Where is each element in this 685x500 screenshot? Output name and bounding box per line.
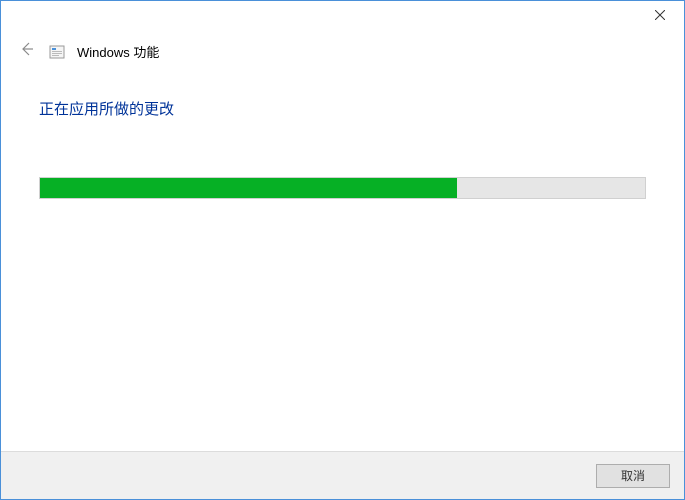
content-area: 正在应用所做的更改 bbox=[1, 78, 684, 451]
close-icon bbox=[655, 10, 665, 20]
dialog-window: Windows 功能 正在应用所做的更改 取消 bbox=[0, 0, 685, 500]
progress-bar bbox=[39, 177, 646, 199]
header: Windows 功能 bbox=[1, 31, 684, 78]
cancel-button[interactable]: 取消 bbox=[596, 464, 670, 488]
back-arrow-icon bbox=[15, 39, 39, 64]
windows-features-icon bbox=[49, 43, 67, 61]
progress-fill bbox=[40, 178, 457, 198]
titlebar bbox=[1, 1, 684, 31]
app-title: Windows 功能 bbox=[77, 42, 159, 61]
footer: 取消 bbox=[1, 451, 684, 499]
close-button[interactable] bbox=[640, 1, 680, 29]
status-heading: 正在应用所做的更改 bbox=[39, 98, 646, 119]
